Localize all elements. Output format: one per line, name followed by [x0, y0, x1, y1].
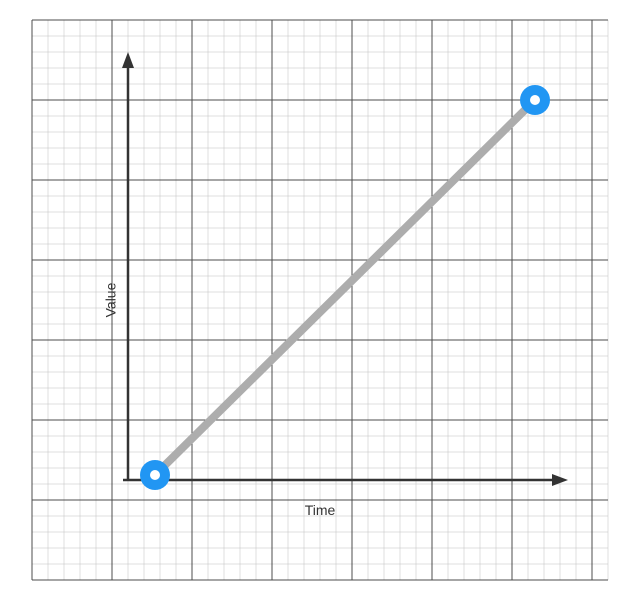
x-axis-label: Time: [305, 502, 336, 518]
start-point-marker[interactable]: [140, 460, 170, 490]
end-point-marker[interactable]: [520, 85, 550, 115]
chart: Time Value: [0, 0, 640, 600]
data-line: [155, 100, 535, 475]
y-axis-label: Value: [102, 283, 118, 318]
